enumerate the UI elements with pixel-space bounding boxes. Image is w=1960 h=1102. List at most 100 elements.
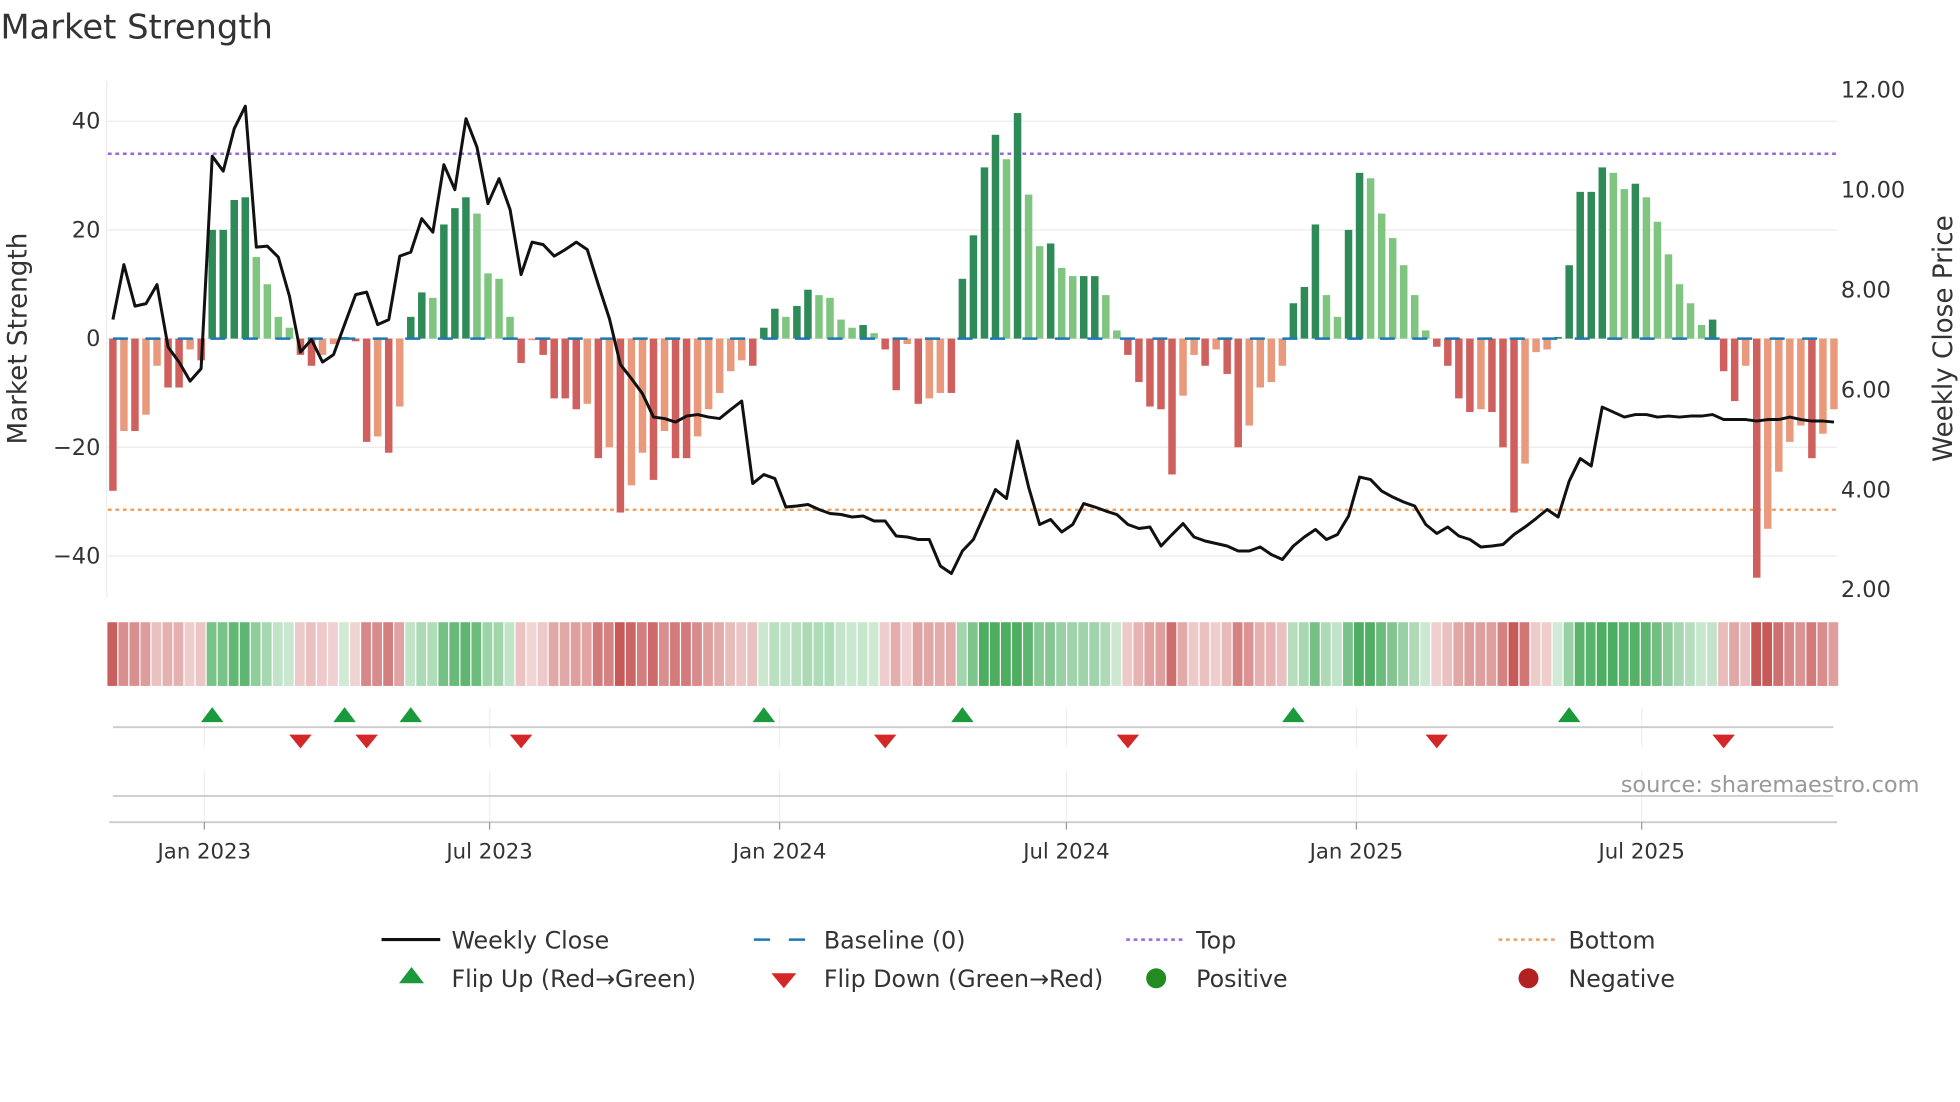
- legend-item-baseline: Baseline (0): [753, 926, 966, 954]
- heat-cell: [945, 622, 956, 686]
- legend-label: Flip Down (Green→Red): [824, 965, 1103, 993]
- heat-cell: [1442, 622, 1453, 686]
- strength-bar: [373, 338, 382, 437]
- y2-tick-label: 10.00: [1841, 177, 1905, 203]
- x-tick-label: Jul 2023: [444, 839, 532, 864]
- strength-bar: [1267, 338, 1276, 383]
- flip-up-marker: [333, 707, 356, 723]
- heat-cell: [1254, 622, 1265, 686]
- strength-bar: [859, 325, 867, 339]
- heat-cell: [868, 622, 879, 686]
- heat-cell: [1497, 622, 1508, 686]
- heat-cell: [1629, 622, 1640, 686]
- heat-cell: [1795, 622, 1806, 686]
- legend-label: Top: [1195, 926, 1236, 954]
- strength-bar: [583, 338, 592, 404]
- strength-bar: [484, 273, 492, 339]
- strength-bar: [142, 338, 150, 415]
- strength-bar: [451, 208, 459, 339]
- strength-bar: [473, 213, 481, 339]
- heat-cell: [129, 622, 140, 686]
- strength-bar: [1300, 286, 1309, 339]
- flip-up-marker: [951, 707, 974, 723]
- legend-label: Flip Up (Red→Green): [451, 965, 696, 993]
- heat-cell: [206, 622, 217, 686]
- strength-bar: [914, 338, 923, 404]
- strength-bar: [1752, 338, 1761, 578]
- right-axis: 12.00 10.00 8.00 6.00 4.00 2.00: [1841, 77, 1905, 603]
- heat-cell: [1320, 622, 1331, 686]
- strength-bar: [1675, 284, 1684, 339]
- heat-cell: [879, 622, 890, 686]
- heat-cell: [1078, 622, 1089, 686]
- strength-bar: [1598, 167, 1607, 339]
- strength-bar: [1245, 338, 1253, 426]
- strength-bar: [704, 338, 713, 410]
- strength-bar: [1587, 191, 1595, 339]
- strength-bar: [109, 338, 117, 491]
- heat-cell: [460, 622, 471, 686]
- heat-cell: [659, 622, 669, 686]
- strength-bars: [109, 113, 1838, 578]
- strength-bar: [1808, 338, 1816, 459]
- heat-cell: [151, 622, 162, 686]
- strength-bar: [1830, 338, 1838, 410]
- strength-bar: [892, 338, 900, 391]
- heat-cell: [1696, 622, 1706, 686]
- strength-bar: [771, 308, 779, 339]
- heat-cell: [272, 622, 283, 686]
- legend-item-positive: Positive: [1146, 965, 1288, 993]
- heat-cell: [901, 622, 912, 686]
- legend: Weekly Close Baseline (0) Top Bottom Flip Up…: [381, 926, 1675, 993]
- heat-cell: [1420, 622, 1431, 686]
- strength-bar: [947, 338, 956, 393]
- heat-cell: [1298, 622, 1309, 686]
- heat-cell: [548, 622, 559, 686]
- heat-cell: [1188, 622, 1199, 686]
- strength-bar: [1113, 330, 1121, 339]
- x-tick-label: Jan 2024: [731, 839, 827, 864]
- heat-cell: [515, 622, 526, 686]
- strength-bar: [495, 278, 503, 339]
- strength-bar: [958, 278, 967, 339]
- strength-bar: [1289, 303, 1298, 339]
- strength-bar: [1686, 303, 1695, 339]
- flip-down-marker: [289, 734, 312, 749]
- x-tick-label: Jan 2023: [156, 839, 252, 864]
- heat-cell: [449, 622, 460, 686]
- heat-cell: [1585, 622, 1596, 686]
- strength-bar: [230, 200, 238, 339]
- circle-icon: [1518, 968, 1539, 989]
- strength-bar: [671, 338, 680, 459]
- legend-label: Weekly Close: [451, 926, 609, 954]
- strength-bar: [1035, 246, 1044, 339]
- heat-cell: [559, 622, 570, 686]
- heat-cell: [261, 622, 272, 686]
- x-tick-label: Jul 2025: [1596, 839, 1684, 864]
- strength-bar: [1444, 338, 1452, 366]
- heat-cell: [1089, 622, 1100, 686]
- heat-cell: [956, 622, 967, 686]
- heat-cell: [394, 622, 405, 686]
- strength-bar: [1653, 221, 1662, 339]
- flip-up-marker: [752, 707, 776, 723]
- heat-cell: [427, 622, 438, 686]
- strength-bar: [263, 284, 272, 339]
- heat-cell: [1012, 622, 1022, 686]
- heat-cell: [1166, 622, 1177, 686]
- heat-cell: [636, 622, 647, 686]
- heat-cell: [471, 622, 482, 686]
- heat-cell: [372, 622, 382, 686]
- flip-down-marker: [1116, 734, 1140, 749]
- heat-cell: [1387, 622, 1397, 686]
- y-tick-label: 40: [72, 109, 101, 135]
- heat-cell: [736, 622, 747, 686]
- heat-cell: [592, 622, 603, 686]
- heat-cell: [1122, 622, 1133, 686]
- strength-bar: [528, 338, 536, 341]
- heat-cell: [405, 622, 416, 686]
- strength-heat-strip: [107, 622, 1839, 686]
- heat-cell: [603, 622, 614, 686]
- strength-bar: [153, 338, 161, 366]
- strength-bar: [1764, 338, 1772, 529]
